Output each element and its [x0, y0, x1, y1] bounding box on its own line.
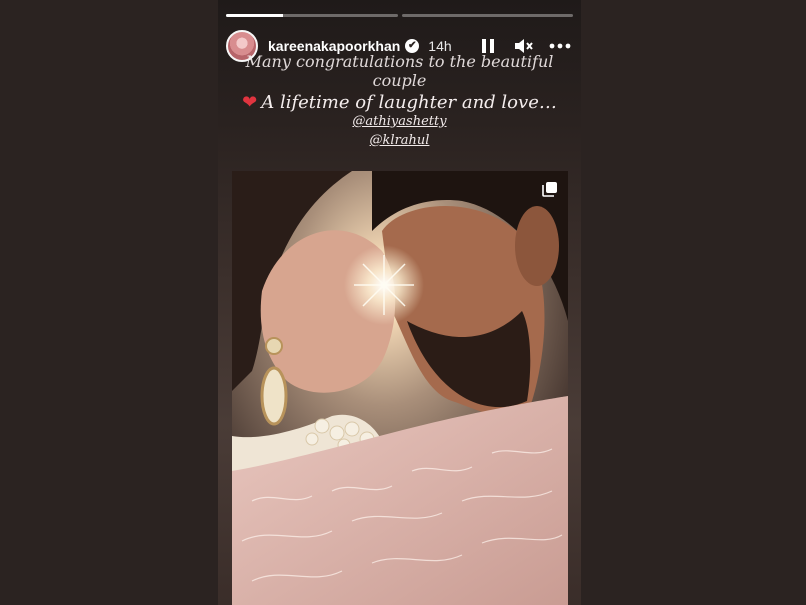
mention-klrahul[interactable]: @klrahul [218, 131, 581, 150]
story-caption: Many congratulations to the beautiful co… [218, 52, 581, 113]
caption-line-1: Many congratulations to the beautiful co… [245, 52, 554, 90]
multiple-images-icon [542, 181, 558, 197]
caption-line-2-text: A lifetime of laughter and love… [261, 92, 557, 113]
story-progress [226, 14, 573, 17]
progress-bar-1 [226, 14, 398, 17]
mention-athiyashetty[interactable]: @athiyashetty [218, 112, 581, 131]
story-viewer[interactable]: kareenakapoorkhan ✔ 14h Many congratulat… [218, 0, 581, 605]
mention-tags: @athiyashetty @klrahul [218, 112, 581, 150]
progress-bar-2 [401, 14, 573, 17]
red-heart-icon: ❤ [242, 92, 258, 113]
shared-post-photo[interactable] [232, 171, 568, 605]
verified-badge-icon: ✔ [405, 39, 420, 53]
caption-line-2: ❤ A lifetime of laughter and love… [218, 92, 581, 113]
couple-photo-illustration [232, 171, 568, 605]
